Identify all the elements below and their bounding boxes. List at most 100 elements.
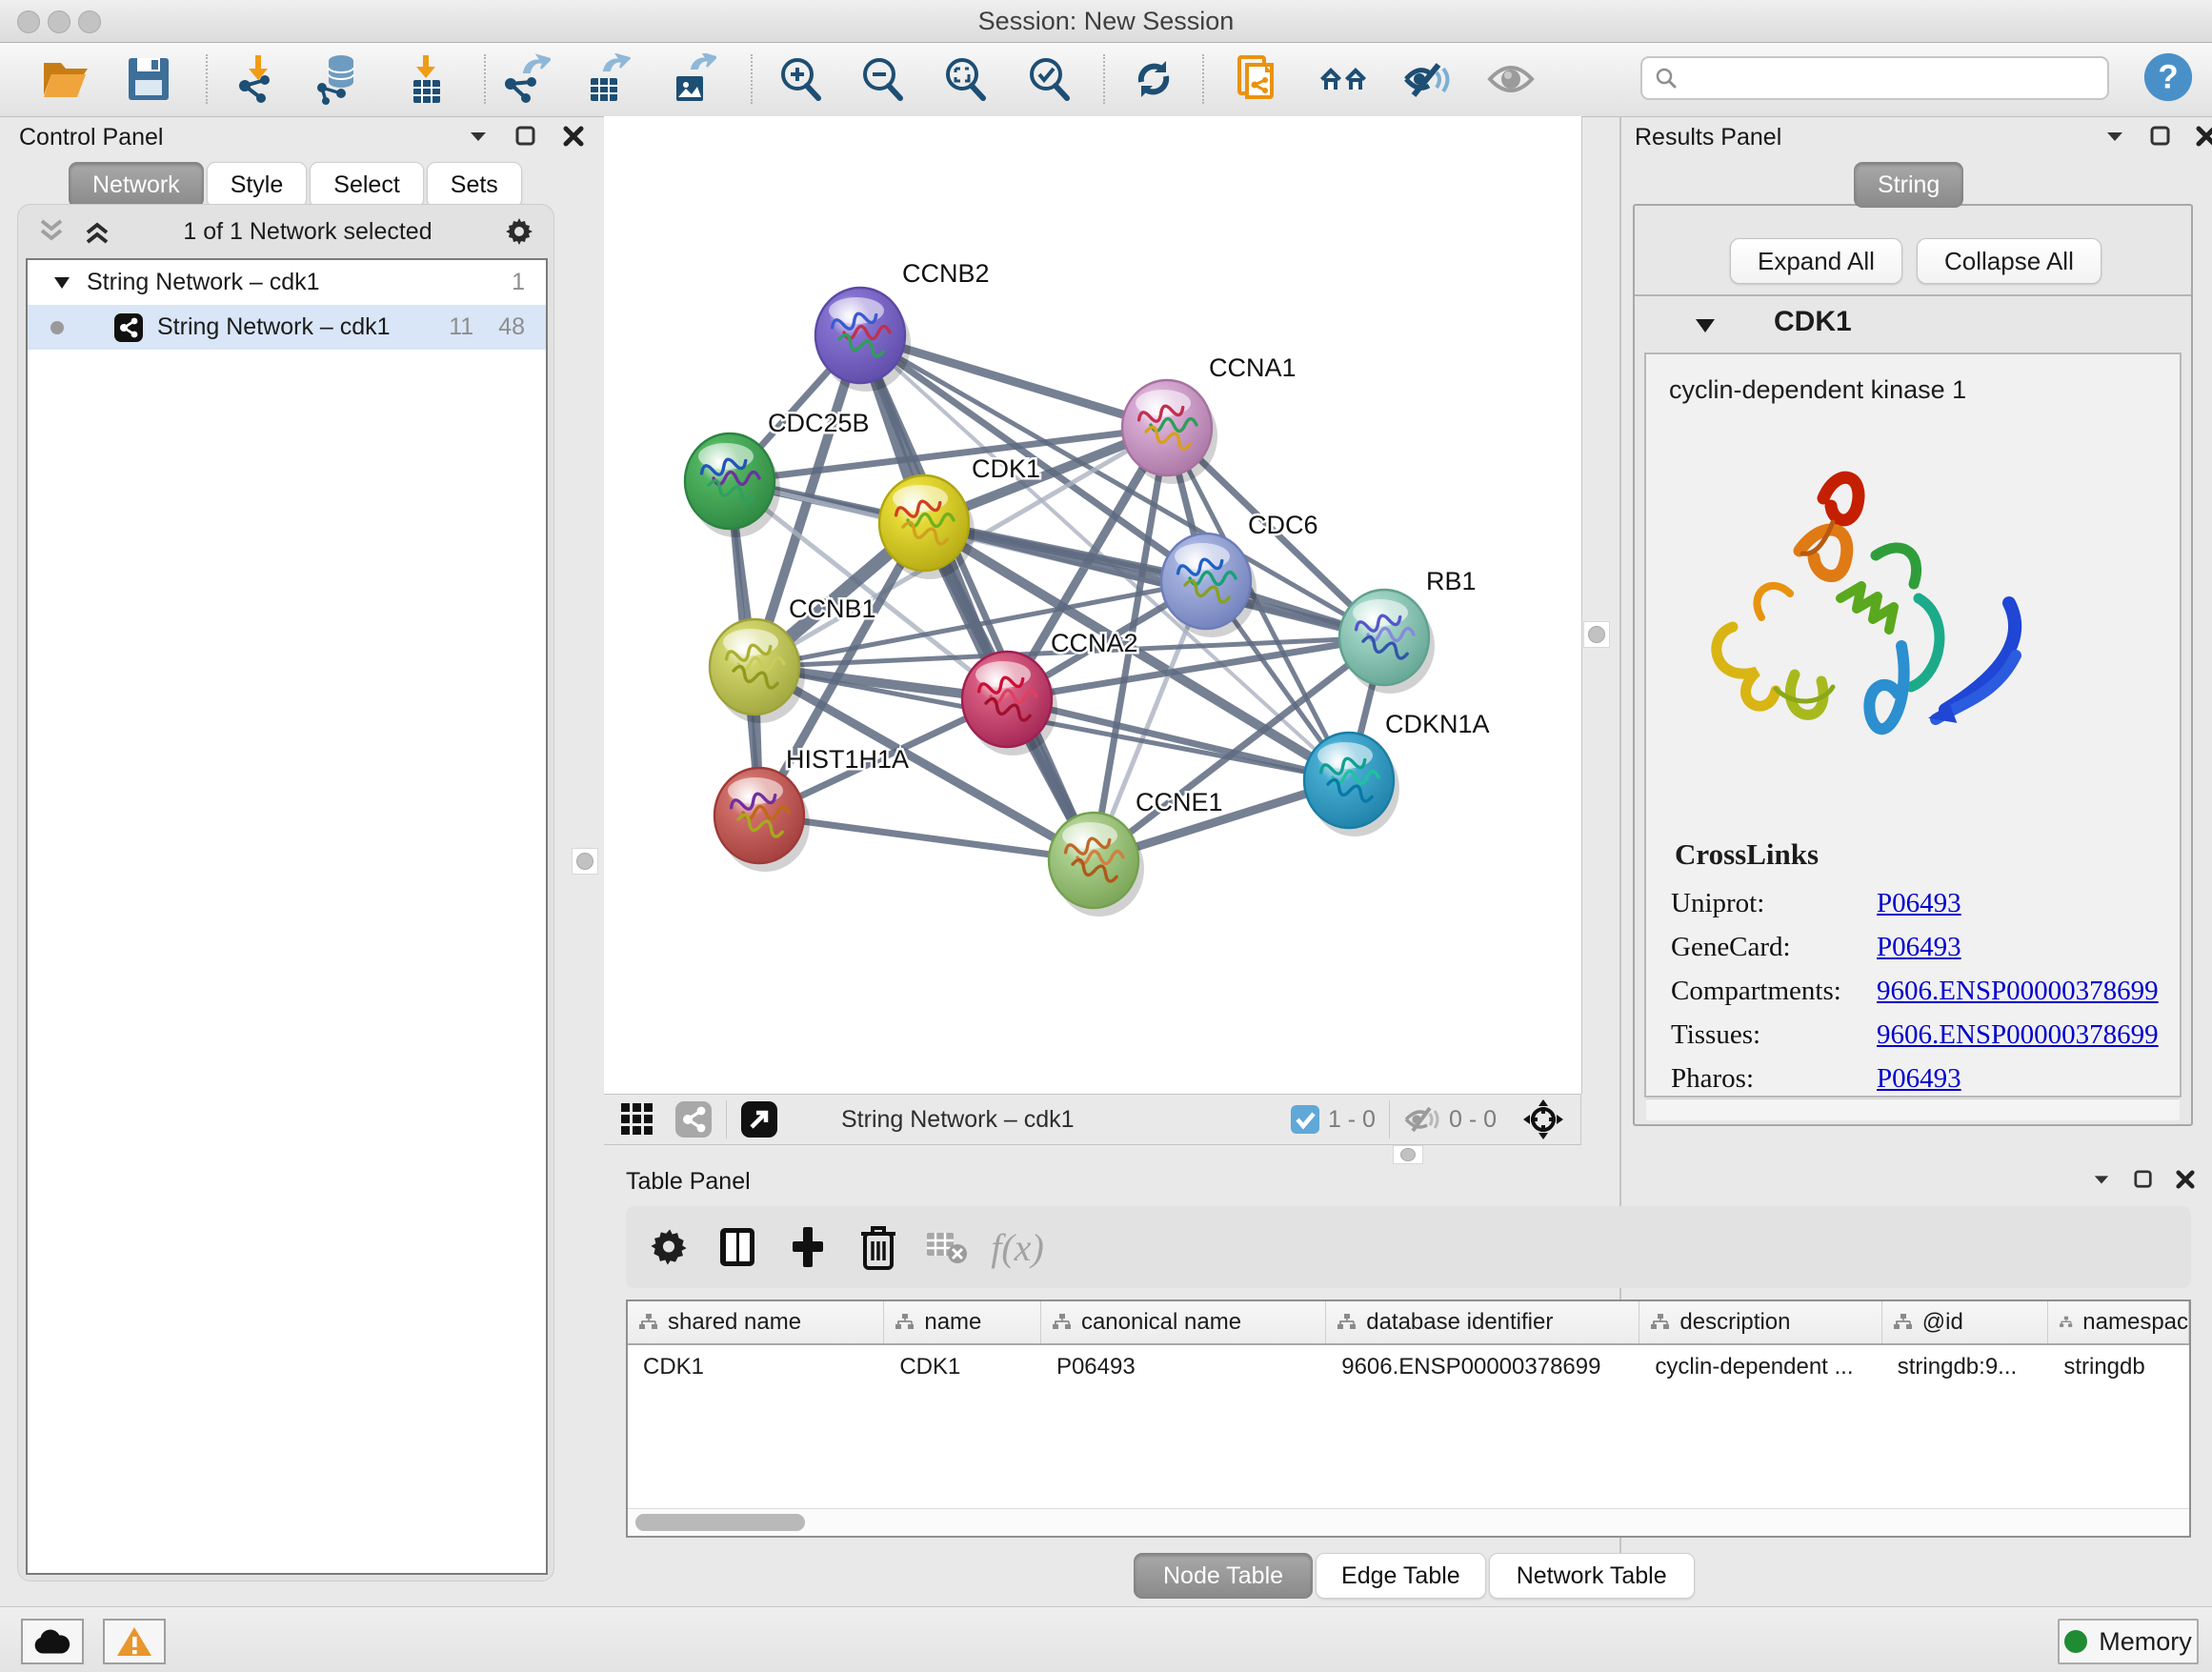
scrollbar-thumb[interactable] — [635, 1514, 805, 1531]
warning-button[interactable] — [103, 1619, 166, 1664]
search-box[interactable] — [1640, 56, 2109, 100]
gear-icon[interactable] — [502, 214, 536, 249]
hidden-eye-icon[interactable] — [1403, 1104, 1441, 1135]
table-cell[interactable]: P06493 — [1041, 1354, 1326, 1380]
control-panel: Control Panel NetworkStyleSelectSets 1 o… — [8, 116, 564, 1583]
search-input[interactable] — [1686, 64, 2107, 92]
network-view[interactable]: CCNB2CCNA1CDC25BCDK1CDC6RB1CCNB1CCNA2CDK… — [604, 116, 1582, 1094]
table-cell[interactable]: CDK1 — [628, 1354, 884, 1380]
tab-network[interactable]: Network — [69, 162, 204, 208]
zoom-fit-icon[interactable] — [938, 52, 992, 106]
tab-style[interactable]: Style — [207, 162, 308, 208]
tab-string[interactable]: String — [1854, 162, 1963, 208]
disclosure-triangle-icon[interactable] — [52, 275, 71, 291]
network-collection-row[interactable]: String Network – cdk1 1 — [28, 260, 546, 305]
window-close-light[interactable] — [17, 10, 40, 33]
column-header-shared-name[interactable]: shared name — [628, 1301, 884, 1343]
table-cell[interactable]: 9606.ENSP00000378699 — [1326, 1354, 1639, 1380]
results-horizontal-scrollbar[interactable] — [1646, 1098, 2180, 1120]
window-minimize-light[interactable] — [48, 10, 70, 33]
column-header-namespac[interactable]: namespac — [2048, 1301, 2189, 1343]
expand-all-icon[interactable] — [81, 217, 113, 246]
tab-sets[interactable]: Sets — [427, 162, 522, 208]
table-horizontal-scrollbar[interactable] — [628, 1508, 2189, 1536]
selected-nodes-checkbox-icon[interactable] — [1290, 1104, 1320, 1135]
memory-button[interactable]: Memory — [2058, 1619, 2199, 1664]
refresh-view-icon[interactable] — [1127, 52, 1180, 106]
right-splitter-handle[interactable] — [1583, 621, 1610, 648]
tab-network-table[interactable]: Network Table — [1489, 1553, 1695, 1599]
network-node-CCNE1[interactable]: CCNE1 — [1049, 788, 1223, 917]
collapse-all-button[interactable]: Collapse All — [1917, 238, 2101, 284]
help-icon[interactable]: ? — [2142, 50, 2195, 104]
delete-column-trash-icon[interactable] — [855, 1223, 902, 1271]
bottom-splitter-handle[interactable] — [1393, 1145, 1423, 1164]
function-builder-icon[interactable]: f(x) — [994, 1223, 1041, 1271]
network-share-icon[interactable] — [674, 1100, 713, 1138]
cloud-button[interactable] — [21, 1619, 84, 1664]
panel-close-icon[interactable] — [2195, 126, 2212, 147]
crosslink-link[interactable]: 9606.ENSP00000378699 — [1877, 976, 2159, 1007]
table-cell[interactable]: CDK1 — [884, 1354, 1041, 1380]
birds-eye-icon[interactable] — [1521, 1098, 1565, 1141]
column-header-canonical-name[interactable]: canonical name — [1041, 1301, 1326, 1343]
save-session-icon[interactable] — [122, 52, 175, 106]
show-all-icon[interactable] — [1484, 52, 1538, 106]
table-settings-gear-icon[interactable] — [645, 1223, 693, 1271]
zoom-selected-icon[interactable] — [1022, 52, 1076, 106]
column-header-description[interactable]: description — [1639, 1301, 1881, 1343]
crosslink-link[interactable]: P06493 — [1877, 932, 1961, 963]
panel-float-icon[interactable] — [2133, 1170, 2154, 1189]
left-splitter-handle[interactable] — [572, 848, 598, 875]
crosslink-link[interactable]: 9606.ENSP00000378699 — [1877, 1019, 2159, 1051]
panel-close-icon[interactable] — [562, 126, 585, 147]
crosslink-link[interactable]: P06493 — [1877, 1063, 1961, 1095]
zoom-out-icon[interactable] — [855, 52, 909, 106]
export-network-icon[interactable] — [498, 52, 552, 106]
window-zoom-light[interactable] — [78, 10, 101, 33]
tab-select[interactable]: Select — [310, 162, 423, 208]
expand-all-button[interactable]: Expand All — [1730, 238, 1902, 284]
table-cell[interactable]: stringdb:9... — [1882, 1354, 2049, 1380]
export-table-icon[interactable] — [578, 52, 632, 106]
panel-menu-icon[interactable] — [2091, 1171, 2112, 1188]
column-header-name[interactable]: name — [884, 1301, 1041, 1343]
table-row[interactable]: CDK1CDK1P064939606.ENSP00000378699cyclin… — [628, 1345, 2189, 1389]
network-row[interactable]: String Network – cdk1 11 48 — [28, 305, 546, 350]
table-cell[interactable]: stringdb — [2048, 1354, 2189, 1380]
show-columns-icon[interactable] — [714, 1223, 761, 1271]
svg-text:?: ? — [2158, 60, 2178, 96]
network-node-HIST1H1A[interactable]: HIST1H1A — [714, 745, 909, 872]
gene-section-header[interactable]: CDK1 — [1635, 294, 2191, 353]
panel-menu-icon[interactable] — [2103, 127, 2126, 146]
panel-menu-icon[interactable] — [467, 127, 490, 146]
tab-edge-table[interactable]: Edge Table — [1316, 1553, 1486, 1599]
table-toolbar: f(x) — [626, 1206, 2191, 1288]
panel-float-icon[interactable] — [2149, 126, 2172, 147]
column-header-database-identifier[interactable]: database identifier — [1326, 1301, 1639, 1343]
network-node-CDKN1A[interactable]: CDKN1A — [1304, 710, 1490, 836]
open-session-icon[interactable] — [38, 52, 91, 106]
add-column-icon[interactable] — [784, 1223, 832, 1271]
disclosure-triangle-icon[interactable] — [1694, 317, 1717, 334]
panel-close-icon[interactable] — [2175, 1170, 2196, 1189]
table-cell[interactable]: cyclin-dependent ... — [1639, 1354, 1881, 1380]
import-network-file-icon[interactable] — [231, 52, 285, 106]
panel-float-icon[interactable] — [514, 126, 537, 147]
first-neighbors-icon[interactable] — [1317, 52, 1370, 106]
import-network-database-icon[interactable] — [312, 52, 365, 106]
grid-view-icon[interactable] — [619, 1101, 655, 1138]
zoom-in-icon[interactable] — [774, 52, 827, 106]
collapse-all-icon[interactable] — [35, 217, 68, 246]
network-node-RB1[interactable]: RB1 — [1339, 567, 1477, 694]
open-in-new-window-icon[interactable] — [740, 1100, 778, 1138]
delete-table-icon[interactable] — [923, 1223, 971, 1271]
crosslink-link[interactable]: P06493 — [1877, 888, 1961, 919]
hide-selected-icon[interactable] — [1399, 52, 1453, 106]
string-network-icon — [113, 312, 144, 343]
column-header-@id[interactable]: @id — [1882, 1301, 2049, 1343]
import-table-file-icon[interactable] — [399, 52, 452, 106]
export-image-icon[interactable] — [664, 52, 717, 106]
share-document-icon[interactable] — [1233, 52, 1286, 106]
tab-node-table[interactable]: Node Table — [1134, 1553, 1313, 1599]
